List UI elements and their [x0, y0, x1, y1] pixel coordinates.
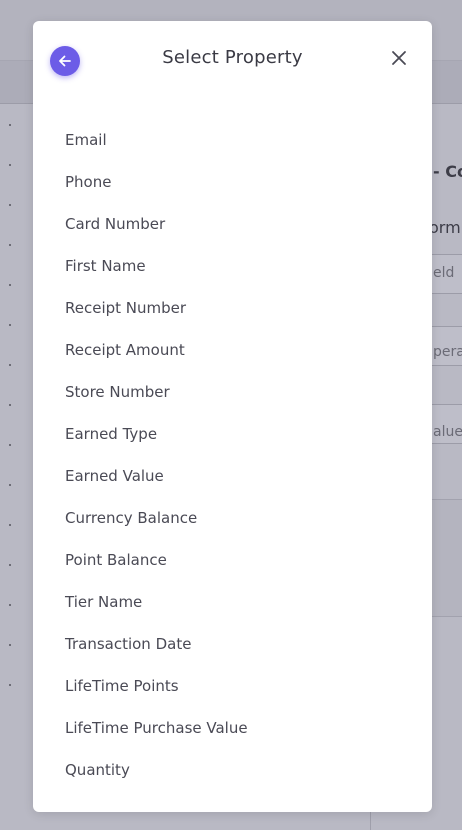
background-title-fragment: - Co	[433, 162, 462, 181]
property-option-lifetime-purchase-value[interactable]: LifeTime Purchase Value	[65, 707, 412, 749]
background-field-label: eld	[433, 265, 455, 281]
property-option-phone[interactable]: Phone	[65, 161, 412, 203]
modal-title: Select Property	[162, 47, 303, 68]
property-option-earned-type[interactable]: Earned Type	[65, 413, 412, 455]
property-option-first-name[interactable]: First Name	[65, 245, 412, 287]
property-option-store-number[interactable]: Store Number	[65, 371, 412, 413]
property-option-earned-value[interactable]: Earned Value	[65, 455, 412, 497]
property-list: Email Phone Card Number First Name Recei…	[65, 119, 412, 791]
background-value-label: alue	[433, 424, 462, 440]
background-operator-label: pera	[433, 344, 462, 360]
background-row-marker	[9, 604, 11, 606]
background-row-marker	[9, 484, 11, 486]
property-option-transaction-date[interactable]: Transaction Date	[65, 623, 412, 665]
background-row-marker	[9, 404, 11, 406]
background-row-marker	[9, 324, 11, 326]
background-row-marker	[9, 204, 11, 206]
background-row-marker	[9, 524, 11, 526]
property-option-point-balance[interactable]: Point Balance	[65, 539, 412, 581]
property-option-currency-balance[interactable]: Currency Balance	[65, 497, 412, 539]
property-option-receipt-number[interactable]: Receipt Number	[65, 287, 412, 329]
background-row-marker	[9, 564, 11, 566]
property-option-receipt-amount[interactable]: Receipt Amount	[65, 329, 412, 371]
property-option-card-number[interactable]: Card Number	[65, 203, 412, 245]
background-row-marker	[9, 444, 11, 446]
background-subtitle-fragment: orm	[429, 218, 461, 237]
property-option-email[interactable]: Email	[65, 119, 412, 161]
background-row-marker	[9, 644, 11, 646]
background-row-marker	[9, 684, 11, 686]
property-option-tier-name[interactable]: Tier Name	[65, 581, 412, 623]
close-button[interactable]	[388, 47, 410, 69]
select-property-modal: Select Property Email Phone Card Number …	[33, 21, 432, 812]
background-row-marker	[9, 164, 11, 166]
background-left-column	[0, 104, 34, 830]
background-row-marker	[9, 124, 11, 126]
background-row-marker	[9, 244, 11, 246]
background-row-marker	[9, 364, 11, 366]
property-option-lifetime-points[interactable]: LifeTime Points	[65, 665, 412, 707]
background-row-marker	[9, 284, 11, 286]
close-icon	[392, 51, 406, 65]
property-option-quantity[interactable]: Quantity	[65, 749, 412, 791]
